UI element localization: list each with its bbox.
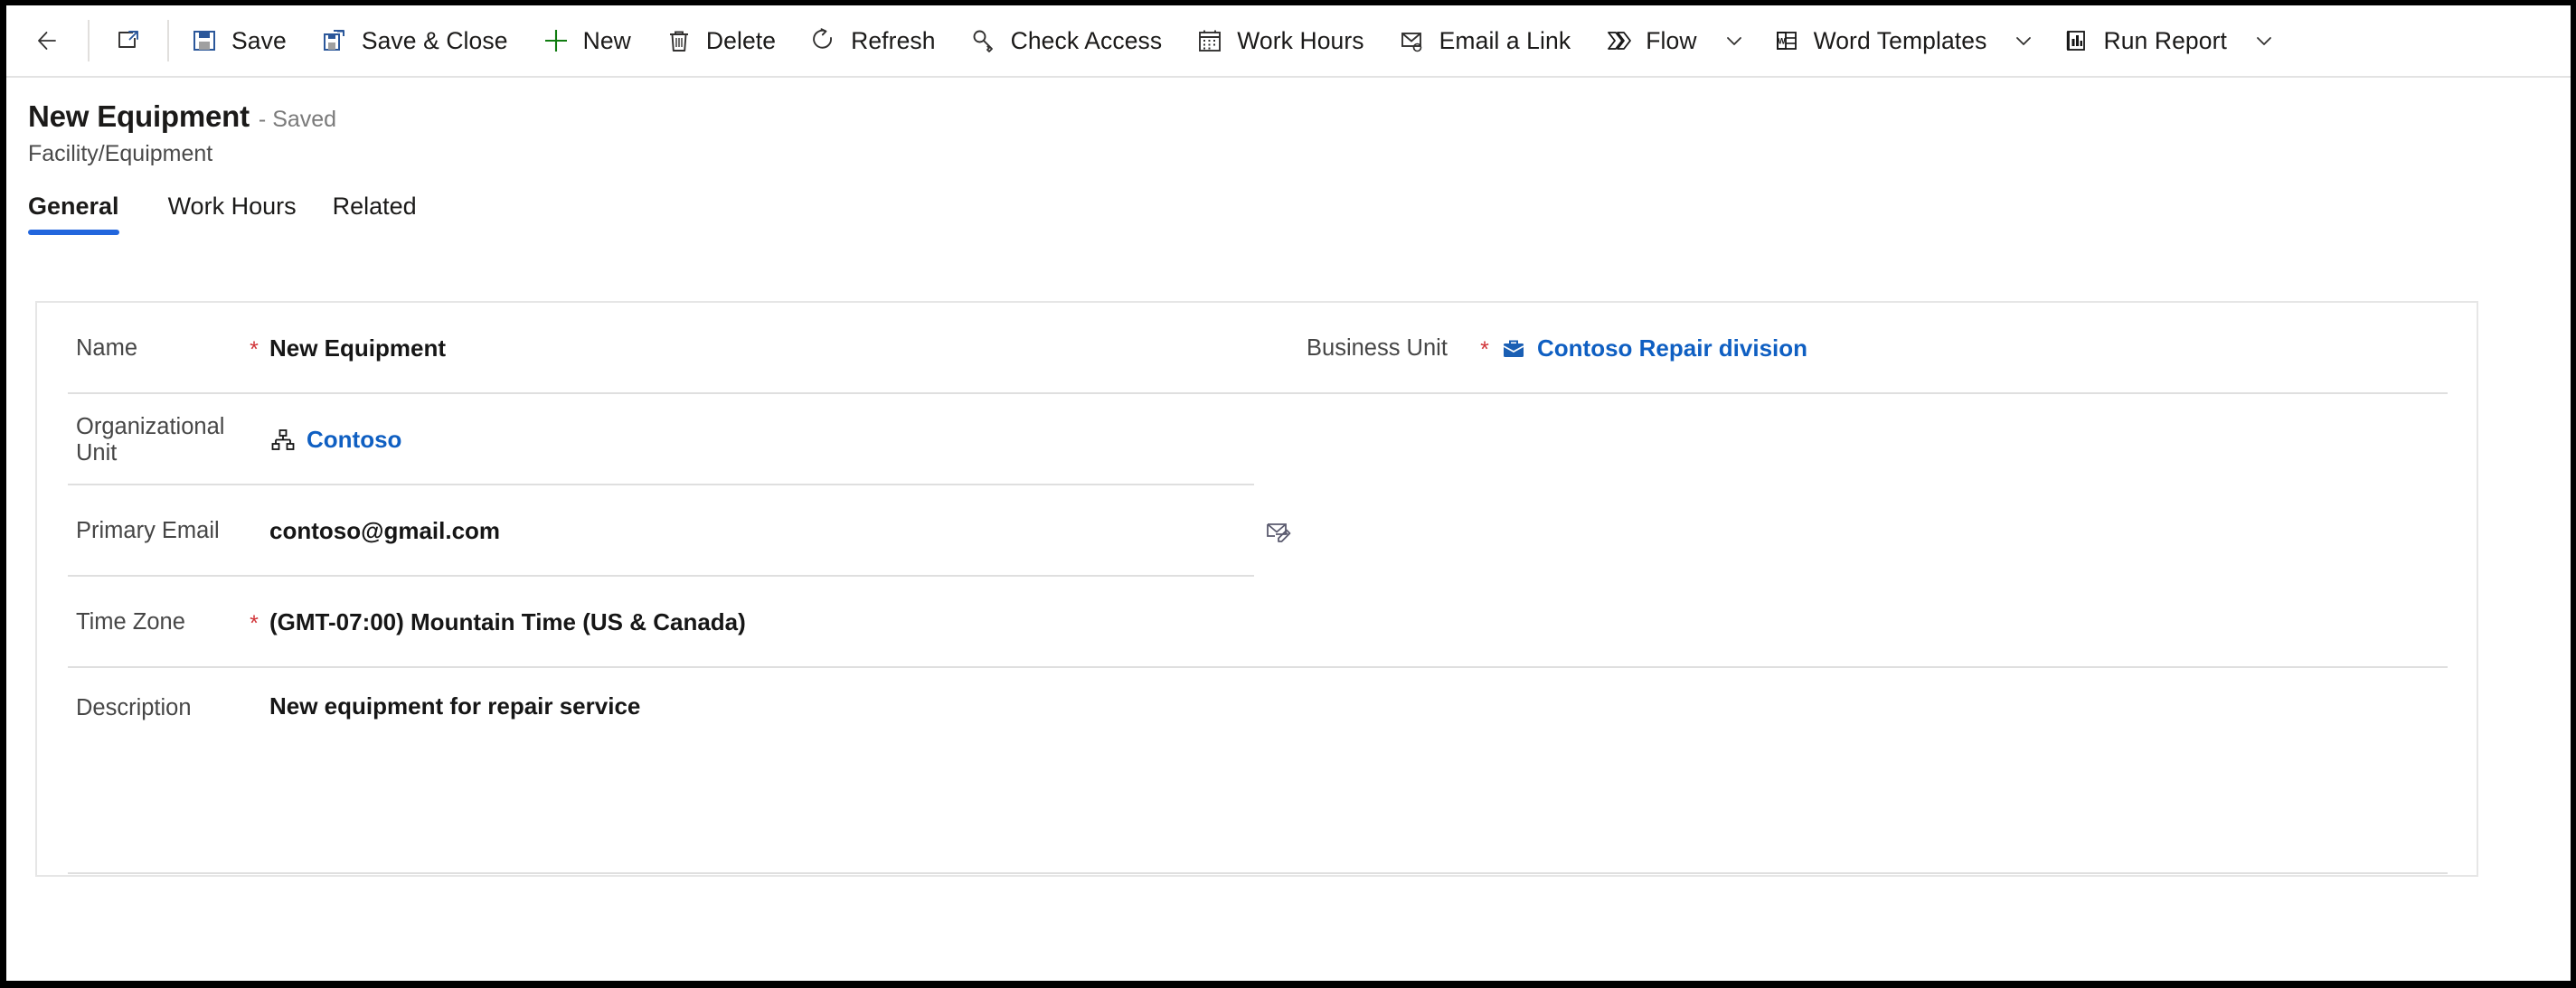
primary-email-label: Primary Email xyxy=(76,518,220,543)
tab-general-label: General xyxy=(28,193,119,220)
delete-button[interactable]: Delete xyxy=(647,13,792,69)
command-separator xyxy=(167,20,169,61)
tab-general[interactable]: General xyxy=(28,193,137,235)
page-title: New Equipment xyxy=(28,99,250,133)
time-zone-required-indicator: * xyxy=(250,611,259,636)
refresh-button[interactable]: Refresh xyxy=(792,13,952,69)
tab-related-label: Related xyxy=(332,193,417,220)
flow-chevron-down-icon[interactable] xyxy=(1713,13,1755,69)
work-hours-label: Work Hours xyxy=(1237,26,1364,54)
org-hierarchy-icon xyxy=(269,427,297,454)
field-time-zone: Time Zone * (GMT-07:00) Mountain Time (U… xyxy=(76,608,1263,636)
field-primary-email: Primary Email contoso@gmail.com xyxy=(76,517,1263,545)
command-bar: Save Save & Close New Delete Refresh Che… xyxy=(6,5,2571,78)
form-row-primary-email: Primary Email contoso@gmail.com xyxy=(37,485,2477,577)
new-button[interactable]: New xyxy=(524,13,647,69)
application-surface: Save Save & Close New Delete Refresh Che… xyxy=(6,5,2571,981)
save-button[interactable]: Save xyxy=(173,13,303,69)
form-row-description: Description New equipment for repair ser… xyxy=(37,668,2477,874)
save-status-text: - Saved xyxy=(258,107,337,132)
record-header: New Equipment - Saved Facility/Equipment xyxy=(6,78,2571,167)
form-row-trailing xyxy=(37,874,2477,969)
word-templates-label: Word Templates xyxy=(1813,26,1987,54)
plus-icon xyxy=(541,25,571,56)
organizational-unit-value-text: Contoso xyxy=(307,426,402,453)
flow-button[interactable]: Flow xyxy=(1587,13,1713,69)
flow-label: Flow xyxy=(1646,26,1697,54)
name-value[interactable]: New Equipment xyxy=(269,334,446,362)
time-zone-value[interactable]: (GMT-07:00) Mountain Time (US & Canada) xyxy=(269,608,746,636)
description-label: Description xyxy=(76,695,192,720)
name-label: Name xyxy=(76,335,138,361)
form-row-name: Name * New Equipment Business Unit * Con… xyxy=(37,303,2477,394)
check-access-button[interactable]: Check Access xyxy=(952,13,1179,69)
word-icon: W xyxy=(1771,25,1802,56)
new-label: New xyxy=(582,26,631,54)
refresh-label: Refresh xyxy=(851,26,936,54)
delete-label: Delete xyxy=(705,26,777,54)
business-unit-required-indicator: * xyxy=(1480,337,1489,362)
work-hours-button[interactable]: Work Hours xyxy=(1178,13,1380,69)
back-button[interactable] xyxy=(14,13,84,69)
word-templates-button[interactable]: W Word Templates xyxy=(1755,13,2004,69)
tab-strip: General Work Hours Related xyxy=(6,193,2571,235)
tab-related[interactable]: Related xyxy=(315,193,435,235)
save-label: Save xyxy=(231,26,287,54)
run-report-chevron-down-icon[interactable] xyxy=(2243,13,2285,69)
name-required-indicator: * xyxy=(250,337,259,362)
email-a-link-label: Email a Link xyxy=(1439,26,1571,54)
trash-icon xyxy=(664,25,694,56)
compose-email-icon[interactable] xyxy=(1262,515,1295,548)
briefcase-icon xyxy=(1500,335,1527,362)
key-icon xyxy=(968,25,999,56)
save-and-close-label: Save & Close xyxy=(361,26,508,54)
calendar-icon xyxy=(1194,25,1225,56)
tab-work-hours[interactable]: Work Hours xyxy=(150,193,315,235)
general-tab-form: Name * New Equipment Business Unit * Con… xyxy=(35,301,2478,877)
record-title-row: New Equipment - Saved xyxy=(28,99,2571,134)
field-business-unit: Business Unit * Contoso Repair division xyxy=(1263,334,1807,362)
business-unit-value-text: Contoso Repair division xyxy=(1537,334,1808,362)
entity-name-label: Facility/Equipment xyxy=(28,141,213,166)
report-icon xyxy=(2061,25,2091,56)
tab-selected-indicator xyxy=(28,230,119,235)
email-a-link-button[interactable]: Email a Link xyxy=(1381,13,1588,69)
arrow-left-icon xyxy=(33,25,64,56)
primary-email-value[interactable]: contoso@gmail.com xyxy=(269,517,500,545)
field-description: Description New equipment for repair ser… xyxy=(76,692,1263,721)
refresh-icon xyxy=(808,25,839,56)
check-access-label: Check Access xyxy=(1010,26,1163,54)
save-icon xyxy=(189,25,220,56)
form-row-time-zone: Time Zone * (GMT-07:00) Mountain Time (U… xyxy=(37,577,2477,668)
open-in-new-icon xyxy=(113,25,144,56)
run-report-label: Run Report xyxy=(2103,26,2227,54)
command-separator xyxy=(88,20,90,61)
field-organizational-unit: Organizational Unit Contoso xyxy=(76,414,1263,466)
email-link-icon xyxy=(1397,25,1428,56)
popout-button[interactable] xyxy=(93,13,164,69)
business-unit-label: Business Unit xyxy=(1307,335,1448,361)
field-name: Name * New Equipment xyxy=(76,334,1263,362)
organizational-unit-value-link[interactable]: Contoso xyxy=(269,426,401,454)
description-value[interactable]: New equipment for repair service xyxy=(269,692,640,720)
organizational-unit-label: Organizational Unit xyxy=(76,413,225,466)
svg-text:W: W xyxy=(1778,37,1786,46)
tab-work-hours-label: Work Hours xyxy=(167,193,297,220)
business-unit-value-link[interactable]: Contoso Repair division xyxy=(1500,334,1807,362)
run-report-button[interactable]: Run Report xyxy=(2044,13,2243,69)
save-and-close-button[interactable]: Save & Close xyxy=(303,13,524,69)
word-templates-chevron-down-icon[interactable] xyxy=(2003,13,2044,69)
application-window: Save Save & Close New Delete Refresh Che… xyxy=(0,0,2576,988)
form-row-organizational-unit: Organizational Unit Contoso xyxy=(37,394,2477,485)
save-close-icon xyxy=(319,25,350,56)
time-zone-label: Time Zone xyxy=(76,609,185,635)
flow-icon xyxy=(1603,25,1634,56)
